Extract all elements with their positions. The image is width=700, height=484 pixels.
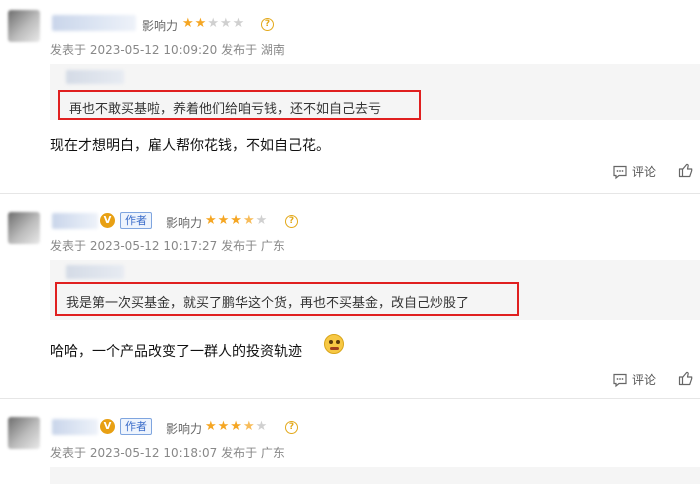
username-blurred[interactable] — [52, 213, 98, 229]
verified-icon: V — [100, 419, 115, 434]
star-icon: ★★★ — [205, 213, 243, 228]
star-icon: ★★★ — [205, 419, 243, 434]
highlight-box: 再也不敢买基啦，养着他们给咱亏钱，还不如自己去亏 — [58, 90, 421, 120]
star-icon: ★★★ — [207, 16, 246, 31]
post-meta: 发表于 2023-05-12 10:09:20 发布于 湖南 — [50, 43, 285, 57]
half-star-icon: ★ — [242, 419, 256, 434]
star-icon: ★ — [255, 213, 269, 228]
reply-label: 评论 — [632, 373, 657, 387]
username-blurred[interactable] — [52, 419, 98, 435]
comment-item: 影响力 ★★★★★ ? 发表于 2023-05-12 10:09:20 发布于 … — [0, 0, 700, 192]
highlight-box: 我是第一次买基金，就买了鹏华这个货，再也不买基金，改自己炒股了 — [55, 282, 519, 316]
reply-button[interactable]: 评论 — [612, 371, 656, 388]
help-icon[interactable]: ? — [285, 215, 298, 228]
comment-item: V 作者 影响力 ★★★★★ ? 发表于 2023-05-12 10:17:27… — [0, 194, 700, 394]
influence-label: 影响力 — [166, 216, 203, 230]
rating-stars: ★★★★★ — [182, 17, 245, 31]
comment-icon — [613, 373, 627, 387]
influence-label: 影响力 — [142, 19, 179, 33]
quoted-username-blurred — [66, 265, 124, 279]
avatar[interactable] — [8, 212, 40, 244]
rating-stars: ★★★★★ — [205, 420, 268, 434]
help-icon[interactable]: ? — [285, 421, 298, 434]
post-meta: 发表于 2023-05-12 10:18:07 发布于 广东 — [50, 446, 285, 460]
avatar[interactable] — [8, 417, 40, 449]
quote-text: 再也不敢买基啦，养着他们给咱亏钱，还不如自己去亏 — [69, 102, 382, 117]
star-icon: ★★ — [182, 16, 208, 31]
quoted-reply: 我是第一次买基金，就买了鹏华这个货，再也不买基金，改自己炒股了 — [50, 260, 700, 320]
half-star-icon: ★ — [242, 213, 256, 228]
star-icon: ★ — [255, 419, 269, 434]
comment-icon — [613, 165, 627, 179]
comment-body: 哈哈，一个产品改变了一群人的投资轨迹 — [50, 344, 302, 360]
author-tag: 作者 — [120, 212, 152, 229]
quoted-username-blurred — [66, 70, 124, 84]
comment-body: 现在才想明白，雇人帮你花钱，不如自己花。 — [50, 138, 330, 154]
verified-icon: V — [100, 213, 115, 228]
quote-text: 我是第一次买基金，就买了鹏华这个货，再也不买基金，改自己炒股了 — [66, 296, 470, 311]
quoted-reply — [50, 467, 700, 484]
influence-label: 影响力 — [166, 422, 203, 436]
rating-stars: ★★★★★ — [205, 214, 268, 228]
help-icon[interactable]: ? — [261, 18, 274, 31]
username-blurred[interactable] — [52, 15, 136, 31]
author-tag: 作者 — [120, 418, 152, 435]
comment-item: V 作者 影响力 ★★★★★ ? 发表于 2023-05-12 10:18:07… — [0, 399, 700, 484]
quoted-reply: 再也不敢买基啦，养着他们给咱亏钱，还不如自己去亏 — [50, 64, 700, 120]
like-button[interactable] — [678, 162, 694, 178]
thumbs-up-icon — [678, 371, 693, 386]
thumbs-up-icon — [678, 163, 693, 178]
post-meta: 发表于 2023-05-12 10:17:27 发布于 广东 — [50, 239, 285, 253]
like-button[interactable] — [678, 370, 694, 386]
reply-button[interactable]: 评论 — [612, 163, 656, 180]
grimace-emoji-icon — [324, 334, 344, 354]
avatar[interactable] — [8, 10, 40, 42]
reply-label: 评论 — [632, 165, 657, 179]
